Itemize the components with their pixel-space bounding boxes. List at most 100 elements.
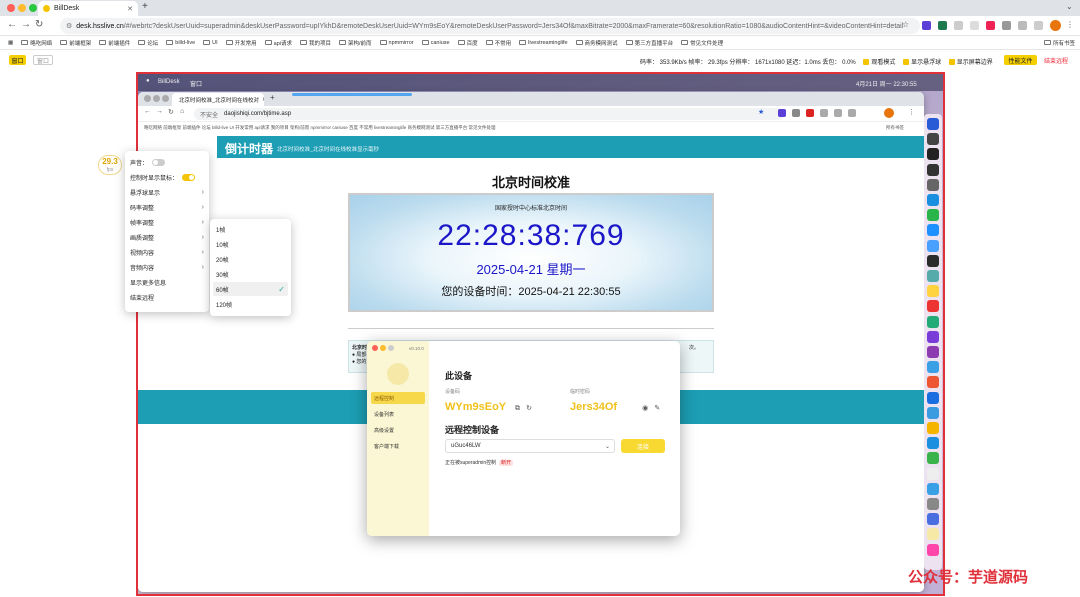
inner-min-icon[interactable] bbox=[153, 95, 160, 102]
extensions-icon[interactable] bbox=[1002, 21, 1011, 30]
side-panel-icon[interactable] bbox=[1018, 21, 1027, 30]
app-max-icon[interactable] bbox=[388, 345, 394, 351]
new-tab-icon[interactable]: + bbox=[142, 1, 148, 12]
framerate-option[interactable]: 20帧 bbox=[213, 252, 288, 266]
menu-item[interactable]: 声音： bbox=[130, 156, 204, 169]
end-remote-button[interactable]: 结束远程 bbox=[1041, 55, 1071, 65]
site-info-icon[interactable]: ⚙ bbox=[66, 22, 72, 30]
dock-app-icon[interactable] bbox=[927, 300, 939, 313]
dock-app-icon[interactable] bbox=[927, 391, 939, 404]
inner-profile-avatar[interactable] bbox=[884, 108, 894, 118]
dock-app-icon[interactable] bbox=[927, 330, 939, 343]
download-icon[interactable] bbox=[1034, 21, 1043, 30]
framerate-option[interactable]: 60帧 ✓ bbox=[213, 282, 288, 296]
dock-app-icon[interactable] bbox=[927, 543, 939, 556]
extension-3-icon[interactable] bbox=[954, 21, 963, 30]
dock-app-icon[interactable] bbox=[927, 285, 939, 298]
dock-app-icon[interactable] bbox=[927, 209, 939, 222]
edit-icon[interactable]: ✎ bbox=[654, 405, 660, 412]
dock-app-icon[interactable] bbox=[927, 361, 939, 374]
framerate-option[interactable]: 1帧 bbox=[213, 222, 288, 236]
menu-item[interactable]: 帧率调整 › bbox=[130, 216, 204, 229]
inner-bookmark-star-icon[interactable]: ★ bbox=[758, 108, 764, 116]
bookmark-item[interactable]: 前端插件 bbox=[99, 39, 130, 47]
menu-kebab-icon[interactable]: ⋮ bbox=[1066, 20, 1074, 29]
inner-menu-icon[interactable]: ⋮ bbox=[908, 108, 915, 116]
float-ball-checkbox[interactable] bbox=[903, 59, 910, 66]
bookmark-item[interactable]: api请求 bbox=[264, 39, 292, 47]
dock-app-icon[interactable] bbox=[927, 498, 939, 510]
dock-app-icon[interactable] bbox=[927, 148, 939, 161]
remote-device-select[interactable]: uGuc46LW ⌄ bbox=[445, 439, 615, 453]
toggle-switch[interactable] bbox=[182, 174, 196, 181]
bookmark-item[interactable]: 第三方直播平台 bbox=[625, 39, 673, 47]
inner-ext-5-icon[interactable] bbox=[834, 109, 842, 117]
perf-file-button[interactable]: 性能文件 bbox=[1004, 55, 1037, 65]
dock-app-icon[interactable] bbox=[927, 346, 939, 358]
dock-app-icon[interactable] bbox=[927, 467, 939, 480]
inner-ext-3-icon[interactable] bbox=[806, 109, 814, 117]
extension-5-icon[interactable] bbox=[986, 21, 995, 30]
framerate-option[interactable]: 120帧 bbox=[213, 297, 288, 311]
inner-ext-2-icon[interactable] bbox=[792, 109, 800, 117]
bookmark-item[interactable]: 不常用 bbox=[485, 39, 511, 47]
back-icon[interactable]: ← bbox=[7, 19, 17, 30]
bookmark-item[interactable]: 常见文件处理 bbox=[681, 39, 723, 47]
eye-icon[interactable]: ◉ bbox=[642, 405, 648, 412]
app-nav-item[interactable]: 远程控制 bbox=[371, 392, 425, 404]
menu-item[interactable]: 悬浮球显示 › bbox=[130, 186, 204, 199]
close-window-icon[interactable] bbox=[7, 4, 15, 12]
window-mode-button[interactable]: 窗口 bbox=[9, 55, 26, 65]
forward-icon[interactable]: → bbox=[21, 19, 31, 30]
inner-new-tab-icon[interactable]: + bbox=[270, 93, 275, 102]
inner-ext-1-icon[interactable] bbox=[778, 109, 786, 117]
refresh-icon[interactable]: ↻ bbox=[526, 405, 532, 412]
minimize-window-icon[interactable] bbox=[18, 4, 26, 12]
dock-app-icon[interactable] bbox=[927, 376, 939, 389]
bookmark-item[interactable]: 论坛 bbox=[138, 39, 158, 47]
app-nav-item[interactable]: 设备列表 bbox=[371, 408, 425, 420]
dock-app-icon[interactable] bbox=[927, 224, 939, 237]
inner-close-tab-icon[interactable]: ✕ bbox=[262, 97, 264, 103]
app-nav-item[interactable]: 高级设置 bbox=[371, 424, 425, 436]
apps-grid-icon[interactable]: ▦ bbox=[8, 40, 13, 46]
inner-all-bookmarks[interactable]: 所有书签 bbox=[886, 125, 904, 131]
inner-ext-6-icon[interactable] bbox=[848, 109, 856, 117]
tab-billdesk[interactable]: BillDesk ✕ bbox=[38, 1, 138, 16]
bookmark-item[interactable]: 略吃网络 bbox=[21, 39, 52, 47]
watch-mode-checkbox[interactable] bbox=[863, 59, 870, 66]
inner-close-icon[interactable] bbox=[144, 95, 151, 102]
connect-button[interactable]: 连接 bbox=[621, 439, 665, 453]
menu-item[interactable]: 视频内容 › bbox=[130, 246, 204, 259]
disconnect-tag[interactable]: 断开 bbox=[499, 460, 514, 466]
dock-app-icon[interactable] bbox=[927, 482, 939, 495]
menu-item[interactable]: 结束远程 bbox=[130, 291, 204, 304]
tab-list-icon[interactable]: ⌄ bbox=[1066, 2, 1073, 11]
bookmark-item[interactable]: 我的项目 bbox=[300, 39, 331, 47]
menu-item[interactable]: 码率调整 › bbox=[130, 201, 204, 214]
dock-app-icon[interactable] bbox=[927, 118, 939, 130]
window-mode-button-2[interactable]: 窗口 bbox=[33, 55, 53, 65]
inner-home-icon[interactable]: ⌂ bbox=[180, 108, 184, 115]
menu-item[interactable]: 控制时显示鼠标： bbox=[130, 171, 204, 184]
bookmark-item[interactable]: livestreaminglife bbox=[519, 39, 568, 47]
dock-app-icon[interactable] bbox=[927, 178, 939, 191]
all-bookmarks[interactable]: 所有书签 bbox=[1044, 39, 1075, 47]
menu-item[interactable]: 音频内容 › bbox=[130, 261, 204, 274]
menu-item[interactable]: 显示更多信息 bbox=[130, 276, 204, 289]
inner-forward-icon[interactable]: → bbox=[156, 108, 163, 115]
dock-app-icon[interactable] bbox=[927, 513, 939, 526]
url-input[interactable]: ⚙ desk.hsslive.cn/#/webrtc?deskUserUuid=… bbox=[60, 18, 920, 34]
fps-float-ball[interactable]: 29.3 fps bbox=[98, 155, 122, 175]
copy-icon[interactable]: ⧉ bbox=[515, 405, 520, 412]
inner-reload-icon[interactable]: ↻ bbox=[168, 108, 174, 116]
inner-url-input[interactable]: 不安全 daojishiqi.com/bjtime.asp bbox=[194, 108, 784, 120]
dock-app-icon[interactable] bbox=[927, 270, 939, 282]
dock-app-icon[interactable] bbox=[927, 239, 939, 252]
bookmark-item[interactable]: UI bbox=[203, 39, 218, 47]
framerate-option[interactable]: 30帧 bbox=[213, 267, 288, 281]
app-nav-item[interactable]: 客户端下载 bbox=[371, 440, 425, 452]
dock-app-icon[interactable] bbox=[927, 194, 939, 206]
inner-max-icon[interactable] bbox=[162, 95, 169, 102]
dock-app-icon[interactable] bbox=[927, 406, 939, 419]
